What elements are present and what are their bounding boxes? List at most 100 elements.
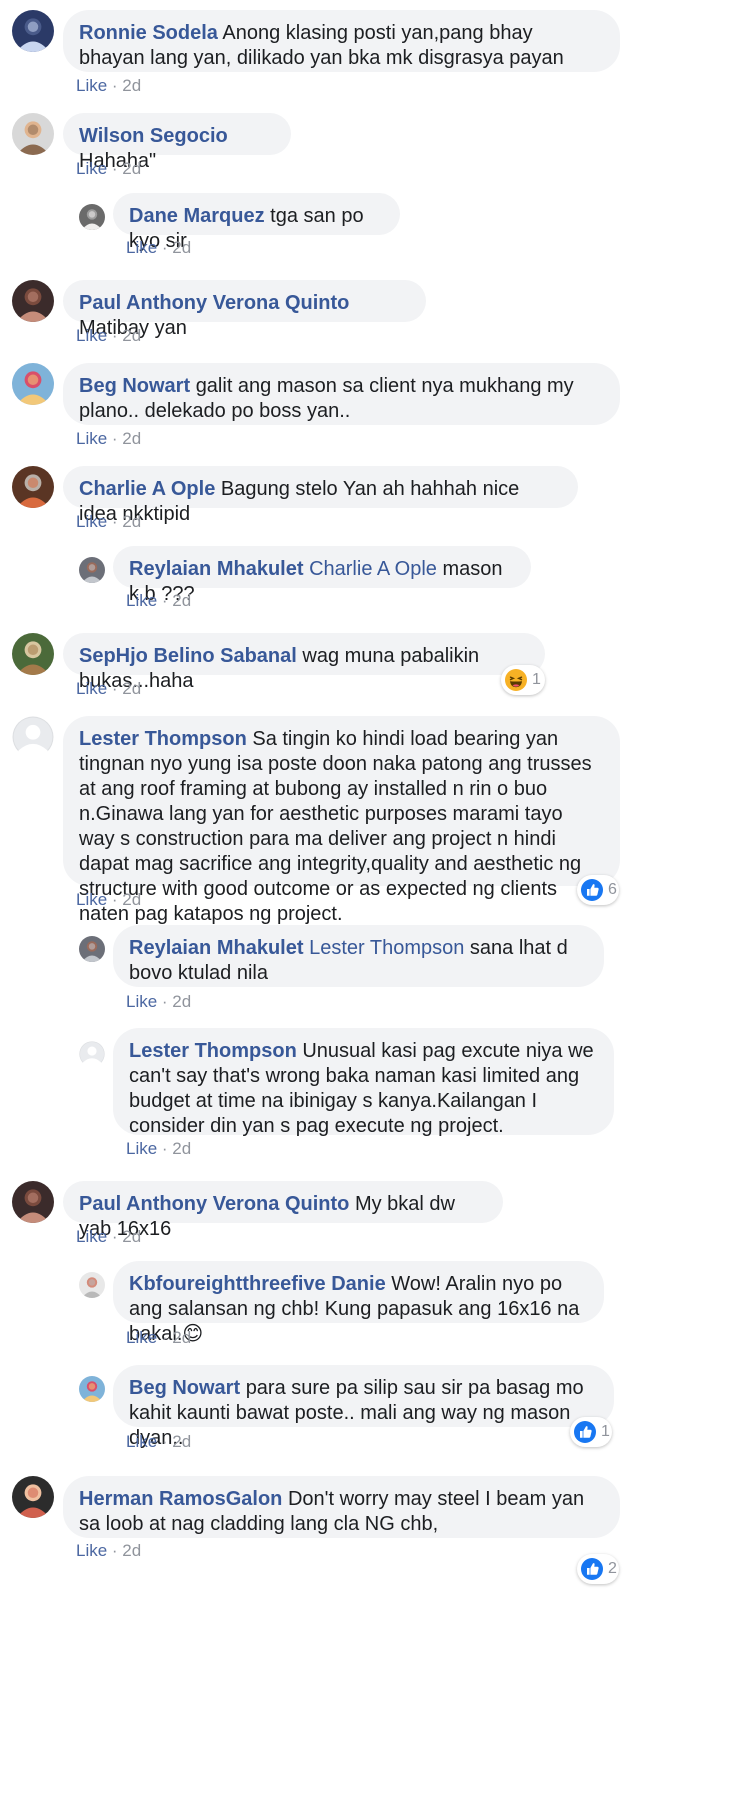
- reaction-count-badge[interactable]: 1: [501, 665, 545, 695]
- avatar-photo-icon[interactable]: [79, 936, 105, 962]
- comment-author-link[interactable]: Beg Nowart: [129, 1377, 240, 1399]
- comment-bubble: SepHjo Belino Sabanal wag muna pabalikin…: [63, 633, 545, 692]
- reaction-count: 1: [601, 1423, 610, 1440]
- separator-dot: ·: [157, 992, 173, 1011]
- comment-text: Sa tingin ko hindi load bearing yan ting…: [79, 728, 592, 925]
- comment-bubble: Kbfoureightthreefive Danie Wow! Aralin n…: [113, 1261, 604, 1345]
- like-button[interactable]: Like: [126, 992, 157, 1011]
- separator-dot: ·: [157, 1328, 173, 1347]
- avatar-photo-icon[interactable]: [79, 204, 105, 230]
- comment-actions: Like · 2d: [76, 429, 141, 449]
- comment-timestamp[interactable]: 2d: [122, 512, 141, 531]
- like-button[interactable]: Like: [76, 159, 107, 178]
- comment-actions: Like · 2d: [76, 679, 141, 699]
- like-button[interactable]: Like: [76, 76, 107, 95]
- comment-author-link[interactable]: Ronnie Sodela: [79, 22, 218, 44]
- comment-timestamp[interactable]: 2d: [122, 1227, 141, 1246]
- separator-dot: ·: [157, 1139, 173, 1158]
- comment-author-link[interactable]: Kbfoureightthreefive Danie: [129, 1273, 386, 1295]
- comment-author-link[interactable]: Paul Anthony Verona Quinto: [79, 292, 349, 314]
- thumbs-up-reaction-icon: [574, 1421, 596, 1443]
- separator-dot: ·: [107, 890, 123, 909]
- comment-actions: Like · 2d: [76, 159, 141, 179]
- reaction-count-badge[interactable]: 6: [577, 875, 619, 905]
- comment-timestamp[interactable]: 2d: [122, 890, 141, 909]
- avatar-photo-icon[interactable]: [79, 1376, 105, 1402]
- separator-dot: ·: [107, 679, 123, 698]
- like-button[interactable]: Like: [76, 1227, 107, 1246]
- comment-timestamp[interactable]: 2d: [172, 591, 191, 610]
- comment-timestamp[interactable]: 2d: [172, 1328, 191, 1347]
- reaction-count-badge[interactable]: 2: [577, 1554, 619, 1584]
- default-avatar-icon[interactable]: [12, 716, 54, 758]
- comment-actions: Like · 2d: [126, 1432, 191, 1452]
- avatar-photo-icon[interactable]: [79, 1272, 105, 1298]
- like-button[interactable]: Like: [76, 429, 107, 448]
- avatar-photo-icon[interactable]: [12, 633, 54, 675]
- comment-author-link[interactable]: Charlie A Ople: [79, 478, 215, 500]
- avatar-photo-icon[interactable]: [12, 466, 54, 508]
- avatar-photo-icon[interactable]: [79, 557, 105, 583]
- separator-dot: ·: [107, 159, 123, 178]
- comment-timestamp[interactable]: 2d: [122, 679, 141, 698]
- like-button[interactable]: Like: [76, 512, 107, 531]
- separator-dot: ·: [107, 76, 123, 95]
- reaction-count-badge[interactable]: 1: [570, 1417, 612, 1447]
- comment-actions: Like · 2d: [126, 1328, 191, 1348]
- like-button[interactable]: Like: [126, 1139, 157, 1158]
- like-button[interactable]: Like: [126, 591, 157, 610]
- comment-timestamp[interactable]: 2d: [172, 1139, 191, 1158]
- mention-link[interactable]: Charlie A Ople: [309, 558, 437, 580]
- like-button[interactable]: Like: [76, 679, 107, 698]
- comment-actions: Like · 2d: [76, 326, 141, 346]
- comment-actions: Like · 2d: [76, 890, 141, 910]
- comment-author-link[interactable]: Reylaian Mhakulet: [129, 558, 304, 580]
- comment-timestamp[interactable]: 2d: [172, 992, 191, 1011]
- comment-bubble: Beg Nowart para sure pa silip sau sir pa…: [113, 1365, 614, 1449]
- separator-dot: ·: [107, 326, 123, 345]
- like-button[interactable]: Like: [126, 1328, 157, 1347]
- comment-author-link[interactable]: Dane Marquez: [129, 205, 265, 227]
- default-avatar-icon[interactable]: [79, 1041, 105, 1067]
- like-button[interactable]: Like: [76, 1541, 107, 1560]
- comment-actions: Like · 2d: [126, 238, 191, 258]
- comment-timestamp[interactable]: 2d: [122, 76, 141, 95]
- comment-author-link[interactable]: Wilson Segocio: [79, 125, 228, 147]
- comment-author-link[interactable]: Reylaian Mhakulet: [129, 937, 304, 959]
- like-button[interactable]: Like: [126, 1432, 157, 1451]
- comment-bubble: Wilson Segocio Hahaha": [63, 113, 291, 172]
- comment-bubble: Herman RamosGalon Don't worry may steel …: [63, 1476, 620, 1538]
- comment-author-link[interactable]: Herman RamosGalon: [79, 1488, 282, 1510]
- avatar-photo-icon[interactable]: [12, 113, 54, 155]
- separator-dot: ·: [157, 1432, 173, 1451]
- like-button[interactable]: Like: [76, 326, 107, 345]
- comment-bubble: Paul Anthony Verona Quinto My bkal dw ya…: [63, 1181, 503, 1240]
- avatar-photo-icon[interactable]: [12, 1181, 54, 1223]
- comment-author-link[interactable]: Beg Nowart: [79, 375, 190, 397]
- comment-thread: Ronnie Sodela Anong klasing posti yan,pa…: [0, 0, 750, 1812]
- comment-timestamp[interactable]: 2d: [122, 429, 141, 448]
- comment-author-link[interactable]: SepHjo Belino Sabanal: [79, 645, 297, 667]
- comment-bubble: Charlie A Ople Bagung stelo Yan ah hahha…: [63, 466, 578, 525]
- comment-timestamp[interactable]: 2d: [122, 159, 141, 178]
- comment-timestamp[interactable]: 2d: [122, 1541, 141, 1560]
- comment-actions: Like · 2d: [126, 591, 191, 611]
- avatar-photo-icon[interactable]: [12, 280, 54, 322]
- comment-timestamp[interactable]: 2d: [122, 326, 141, 345]
- reaction-count: 1: [532, 671, 541, 688]
- comment-author-link[interactable]: Lester Thompson: [79, 728, 247, 750]
- avatar-photo-icon[interactable]: [12, 10, 54, 52]
- avatar-photo-icon[interactable]: [12, 1476, 54, 1518]
- haha-reaction-icon: [505, 669, 527, 691]
- comment-timestamp[interactable]: 2d: [172, 1432, 191, 1451]
- comment-timestamp[interactable]: 2d: [172, 238, 191, 257]
- like-button[interactable]: Like: [76, 890, 107, 909]
- comment-author-link[interactable]: Lester Thompson: [129, 1040, 297, 1062]
- mention-link[interactable]: Lester Thompson: [309, 937, 464, 959]
- thumbs-up-reaction-icon: [581, 1558, 603, 1580]
- comment-author-link[interactable]: Paul Anthony Verona Quinto: [79, 1193, 349, 1215]
- reaction-count: 6: [608, 881, 617, 898]
- avatar-photo-icon[interactable]: [12, 363, 54, 405]
- comment-actions: Like · 2d: [76, 1227, 141, 1247]
- like-button[interactable]: Like: [126, 238, 157, 257]
